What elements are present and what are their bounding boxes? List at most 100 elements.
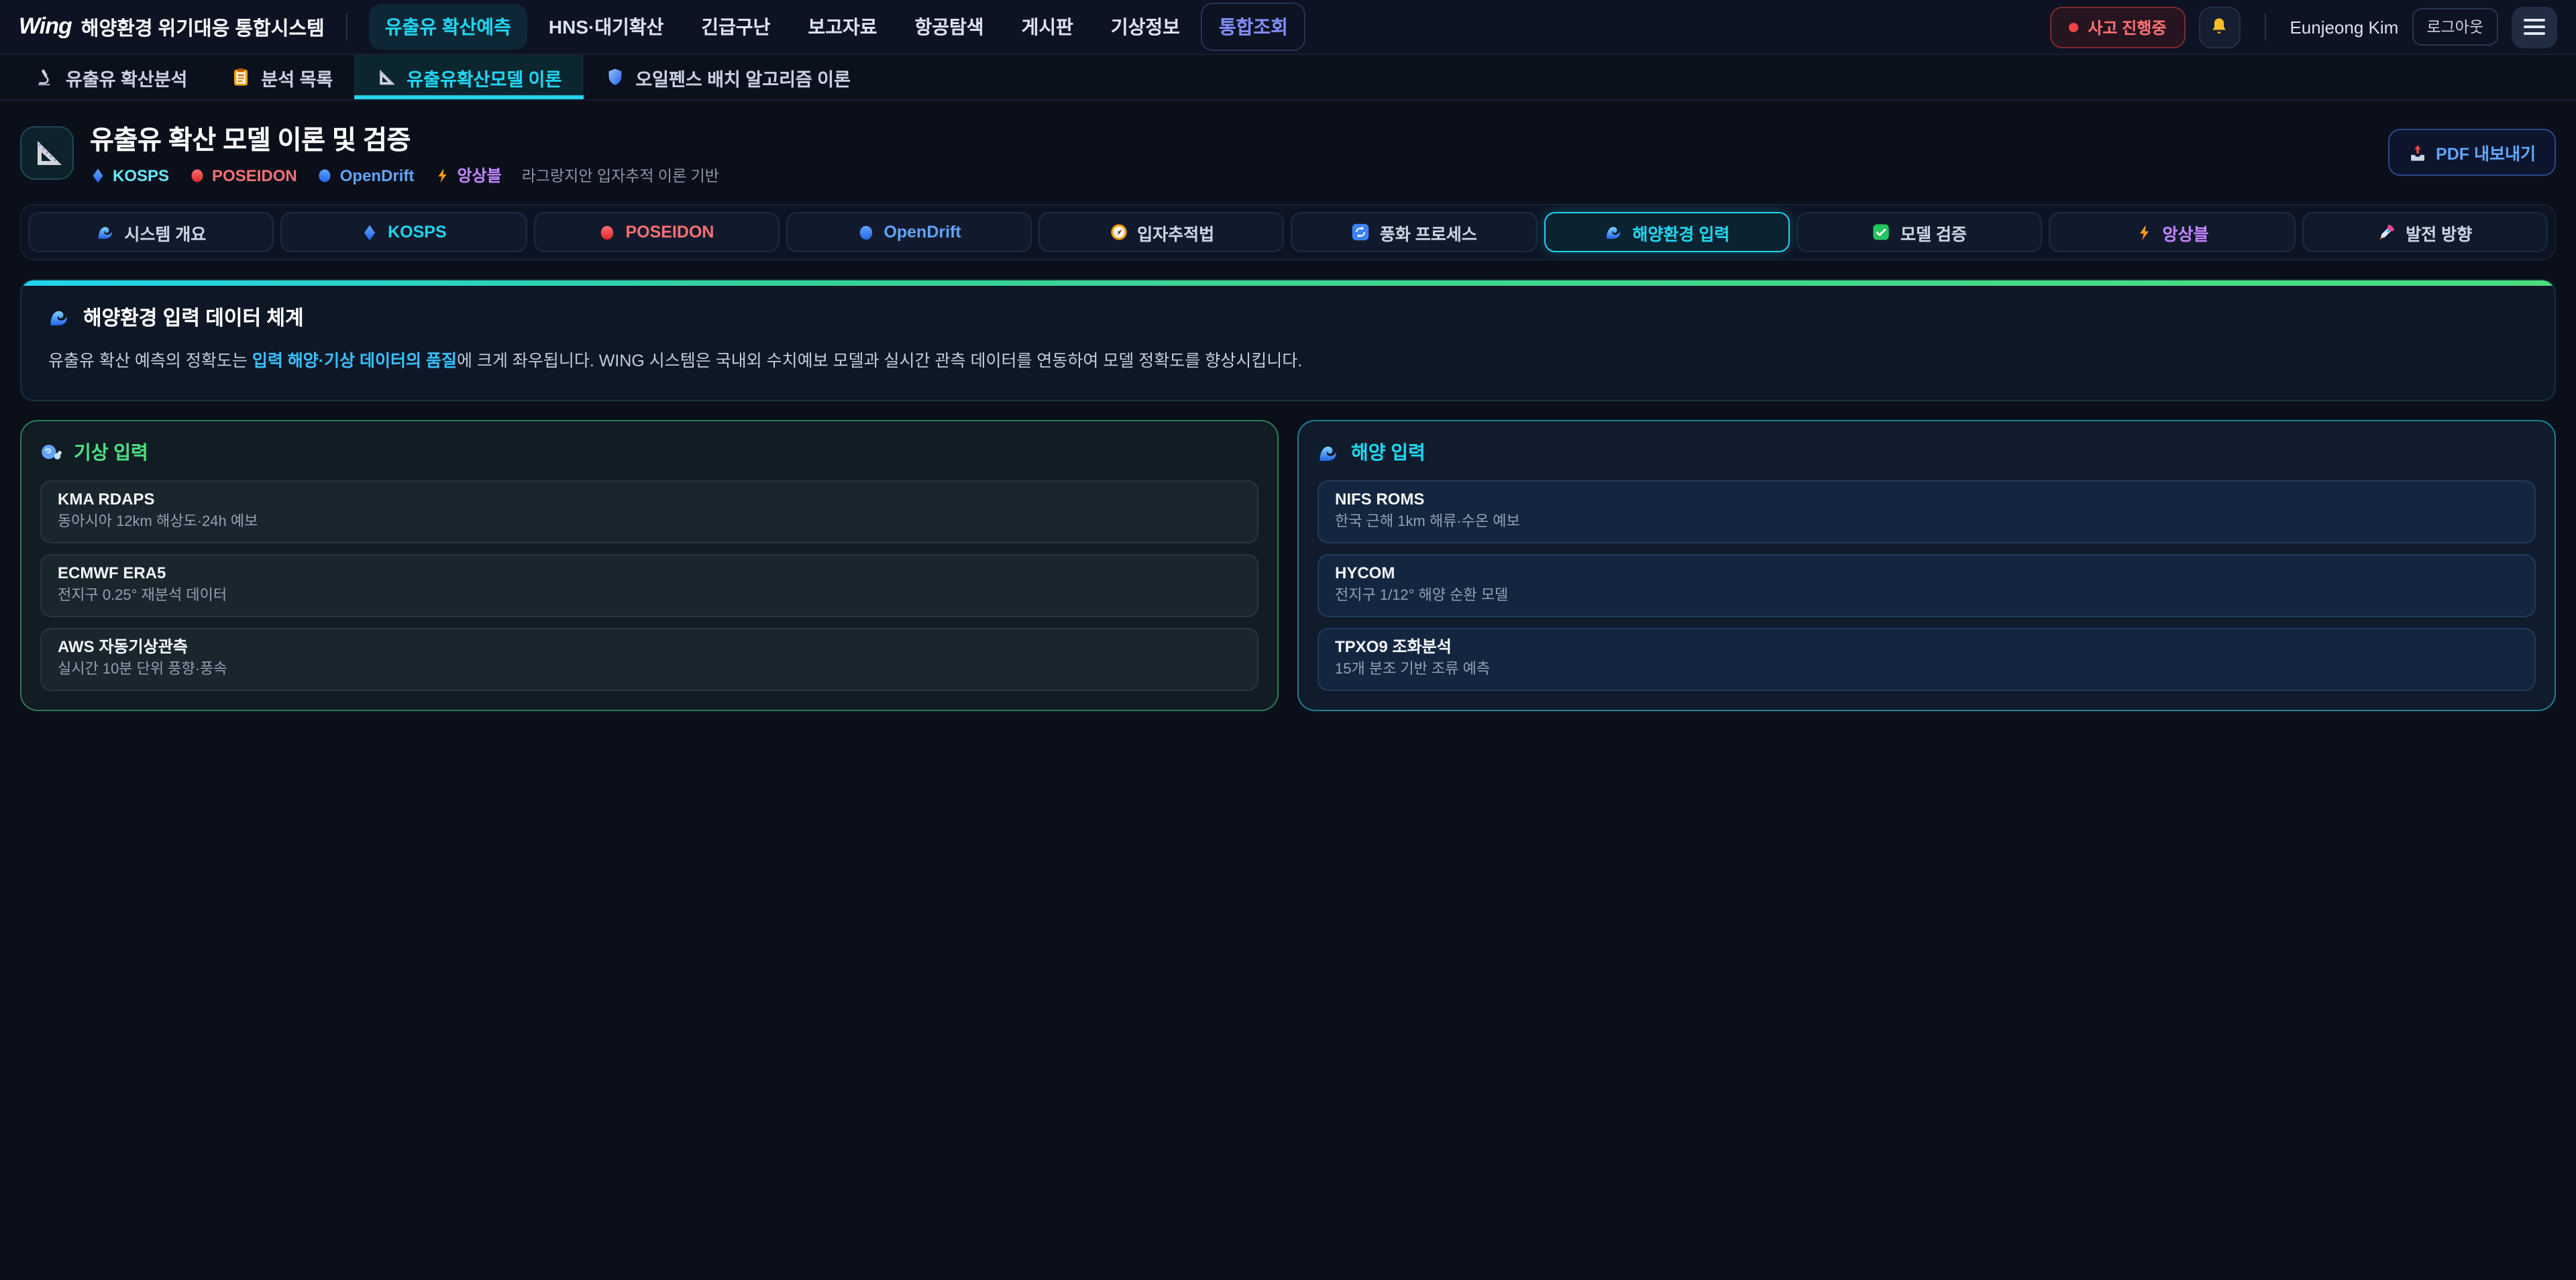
page-title: 유출유 확산 모델 이론 및 검증 [90,118,719,157]
nav-item-aerial-search[interactable]: 항공탐색 [899,4,1000,50]
wave-icon [96,223,115,242]
notifications-button[interactable] [2198,6,2240,48]
section-chip-system-overview[interactable]: 시스템 개요 [28,212,274,252]
badge-kosps: KOSPS [90,166,169,184]
tab-label: 분석 목록 [261,64,333,91]
chip-label: 앙상블 [2163,219,2209,245]
chip-label: KOSPS [388,223,447,242]
item-desc: 실시간 10분 단위 풍향·풍속 [58,661,1241,680]
section-chip-kosps[interactable]: KOSPS [281,212,527,252]
section-chip-model-validation[interactable]: 모델 검증 [1796,212,2043,252]
marine-env-data-banner: 해양환경 입력 데이터 체계 유출유 확산 예측의 정확도는 입력 해양·기상 … [20,279,2556,402]
banner-text-post: 에 크게 좌우됩니다. WING 시스템은 국내외 수치예보 모델과 실시간 관… [457,352,1302,370]
section-chip-ensemble[interactable]: 앙상블 [2049,212,2296,252]
item-name: AWS 자동기상관측 [58,637,1241,657]
nav-item-weather-info[interactable]: 기상정보 [1095,4,1196,50]
menu-button[interactable] [2512,6,2557,48]
nav-item-reports[interactable]: 보고자료 [792,4,893,50]
topbar-right-group: 사고 진행중 Eunjeong Kim 로그아웃 [2050,6,2557,48]
section-chip-particle-tracking[interactable]: 입자추적법 [1038,212,1285,252]
tab-oil-fence-algorithm[interactable]: 오일펜스 배치 알고리즘 이론 [583,55,872,99]
weather-card-title: 기상 입력 [74,439,148,466]
pdf-export-label: PDF 내보내기 [2436,140,2536,165]
item-name: ECMWF ERA5 [58,564,1241,584]
triangle-ruler-icon [376,67,396,87]
nav-item-board[interactable]: 게시판 [1006,4,1089,50]
lightning-icon [434,167,450,183]
ocean-input-card: 해양 입력 NIFS ROMS 한국 근해 1km 해류·수온 예보 HYCOM… [1297,421,2556,711]
divider [2264,13,2265,40]
compass-icon [1109,223,1128,242]
section-chip-marine-env-input[interactable]: 해양환경 입력 [1544,212,1790,252]
incident-label: 사고 진행중 [2088,15,2166,38]
chip-label: POSEIDON [625,223,714,242]
weather-items: KMA RDAPS 동아시아 12km 해상도·24h 예보 ECMWF ERA… [40,481,1258,691]
wind-icon [40,441,63,464]
section-chip-opendrift[interactable]: OpenDrift [786,212,1032,252]
divider [346,13,347,40]
page-icon-box [20,125,74,179]
diamond-icon [361,223,378,241]
page-subtitle-note: 라그랑지안 입자추적 이론 기반 [522,164,719,186]
list-item-nifs-roms: NIFS ROMS 한국 근해 1km 해류·수온 예보 [1318,481,2536,544]
wave-icon [48,306,71,329]
sub-tab-bar: 유출유 확산분석 분석 목록 유출유확산모델 이론 오일펜 [0,55,2576,101]
list-item-aws-observation: AWS 자동기상관측 실시간 10분 단위 풍향·풍속 [40,628,1258,691]
tab-spill-analysis[interactable]: 유출유 확산분석 [13,55,209,99]
banner-text-pre: 유출유 확산 예측의 정확도는 [48,352,252,370]
top-nav-bar: Wing 해양환경 위기대응 통합시스템 유출유 확산예측 HNS·대기확산 긴… [0,0,2576,55]
item-name: NIFS ROMS [1335,490,2518,511]
model-badges: KOSPS POSEIDON OpenDrift 앙상블 라그랑지안 입자추 [90,164,719,186]
wave-icon [1318,441,1340,464]
microscope-icon [35,67,55,87]
list-item-ecmwf-era5: ECMWF ERA5 전지구 0.25° 재분석 데이터 [40,554,1258,617]
main-content: 유출유 확산 모델 이론 및 검증 KOSPS POSEIDON OpenDri… [0,118,2576,710]
check-icon [1872,223,1891,242]
user-name: Eunjeong Kim [2290,17,2398,37]
app-logo: Wing 해양환경 위기대응 통합시스템 [19,13,325,41]
page-header: 유출유 확산 모델 이론 및 검증 KOSPS POSEIDON OpenDri… [20,118,2556,186]
weather-input-card: 기상 입력 KMA RDAPS 동아시아 12km 해상도·24h 예보 ECM… [20,421,1279,711]
red-circle-icon [598,223,616,241]
nav-item-hns-diffusion[interactable]: HNS·대기확산 [533,4,680,50]
bell-icon [2208,16,2230,38]
ocean-items: NIFS ROMS 한국 근해 1km 해류·수온 예보 HYCOM 전지구 1… [1318,481,2536,691]
banner-title-row: 해양환경 입력 데이터 체계 [48,303,2528,331]
pdf-export-button[interactable]: PDF 내보내기 [2387,129,2556,176]
nav-item-emergency-rescue[interactable]: 긴급구난 [685,4,786,50]
blue-circle-icon [317,167,333,183]
blue-circle-icon [857,223,874,241]
item-desc: 전지구 1/12° 해양 순환 모델 [1335,588,2518,606]
tab-label: 유출유확산모델 이론 [407,64,561,91]
app-window: Wing 해양환경 위기대응 통합시스템 유출유 확산예측 HNS·대기확산 긴… [0,0,2576,1280]
banner-description: 유출유 확산 예측의 정확도는 입력 해양·기상 데이터의 품질에 크게 좌우됩… [48,349,2528,375]
section-nav: 시스템 개요 KOSPS POSEIDON OpenDrift 입자추적법 [20,204,2556,260]
list-item-kma-rdaps: KMA RDAPS 동아시아 12km 해상도·24h 예보 [40,481,1258,544]
tab-analysis-list[interactable]: 분석 목록 [209,55,354,99]
weather-card-title-row: 기상 입력 [40,439,1258,466]
hamburger-icon [2524,25,2545,28]
nav-item-integrated-search[interactable]: 통합조회 [1201,3,1305,51]
logout-button[interactable]: 로그아웃 [2412,8,2498,46]
item-desc: 전지구 0.25° 재분석 데이터 [58,588,1241,606]
tab-spill-model-theory[interactable]: 유출유확산모델 이론 [354,55,583,99]
banner-title: 해양환경 입력 데이터 체계 [83,303,304,331]
nav-item-oil-spill-prediction[interactable]: 유출유 확산예측 [369,4,527,50]
shield-icon [604,67,625,87]
incident-status-badge[interactable]: 사고 진행중 [2050,6,2185,48]
badge-ensemble: 앙상블 [434,164,501,186]
item-name: HYCOM [1335,564,2518,584]
ocean-card-title-row: 해양 입력 [1318,439,2536,466]
section-chip-weathering-process[interactable]: 풍화 프로세스 [1291,212,1538,252]
list-item-tpxo9: TPXO9 조화분석 15개 분조 기반 조류 예측 [1318,628,2536,691]
page-header-text: 유출유 확산 모델 이론 및 검증 KOSPS POSEIDON OpenDri… [90,118,719,186]
export-tray-icon [2408,143,2426,162]
primary-nav: 유출유 확산예측 HNS·대기확산 긴급구난 보고자료 항공탐색 게시판 기상정… [369,3,1305,51]
badge-label: KOSPS [113,166,169,184]
chip-label: 발전 방향 [2406,219,2472,245]
logo-wordmark: Wing [19,13,72,40]
banner-text-highlight: 입력 해양·기상 데이터의 품질 [252,352,457,370]
section-chip-future-direction[interactable]: 발전 방향 [2302,212,2548,252]
item-desc: 동아시아 12km 해상도·24h 예보 [58,515,1241,533]
section-chip-poseidon[interactable]: POSEIDON [533,212,780,252]
